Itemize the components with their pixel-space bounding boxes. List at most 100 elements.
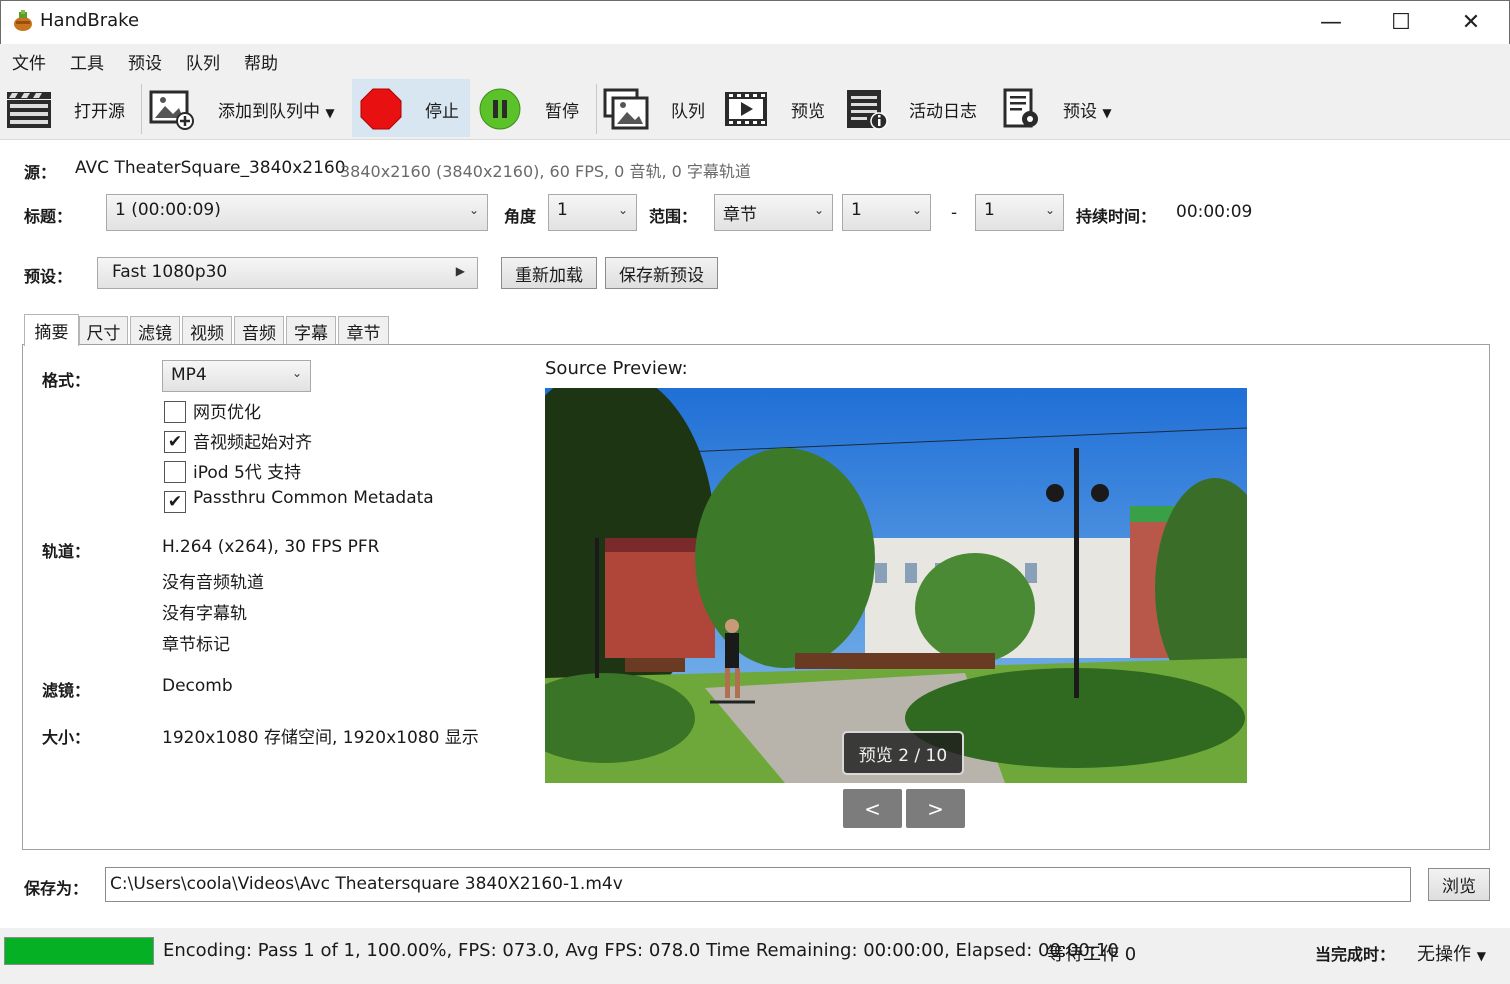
pause-button[interactable]: 暂停 — [545, 97, 579, 122]
size-value: 1920x1080 存储空间, 1920x1080 显示 — [162, 728, 479, 748]
activity-log-icon[interactable] — [843, 88, 889, 130]
activity-log-button[interactable]: 活动日志 — [909, 97, 977, 122]
when-done-value: 无操作 — [1417, 944, 1471, 965]
source-preview-heading: Source Preview: — [545, 358, 688, 379]
presets-button[interactable]: 预设 ▼ — [1063, 97, 1112, 122]
tab-dimensions[interactable]: 尺寸 — [79, 316, 128, 346]
stop-icon[interactable] — [360, 88, 402, 130]
filters-label: 滤镜： — [42, 681, 91, 700]
tab-summary[interactable]: 摘要 — [24, 314, 79, 346]
window-title: HandBrake — [40, 10, 140, 31]
duration-label: 持续时间： — [1076, 207, 1157, 226]
format-select[interactable]: MP4 ⌄ — [162, 360, 311, 392]
encoding-status-text: Encoding: Pass 1 of 1, 100.00%, FPS: 073… — [163, 940, 1119, 961]
minimize-button[interactable]: — — [1296, 0, 1366, 44]
chevron-down-icon: ▼ — [1102, 106, 1112, 120]
open-source-button[interactable]: 打开源 — [74, 97, 125, 122]
pause-icon[interactable] — [479, 88, 521, 130]
menu-bar — [0, 44, 1510, 78]
preset-label: 预设： — [24, 267, 73, 286]
preview-next-button[interactable]: > — [906, 789, 965, 828]
tracks-label: 轨道： — [42, 542, 91, 561]
tab-filters[interactable]: 滤镜 — [130, 316, 180, 346]
passthru-metadata-label: Passthru Common Metadata — [193, 488, 434, 508]
tab-video[interactable]: 视频 — [182, 316, 232, 346]
add-to-queue-icon[interactable] — [149, 88, 195, 130]
chevron-down-icon: ⌄ — [911, 203, 922, 217]
stop-button[interactable]: 停止 — [425, 97, 459, 122]
add-to-queue-button[interactable]: 添加到队列中 ▼ — [218, 97, 335, 122]
web-optimize-label: 网页优化 — [193, 403, 261, 423]
align-av-checkbox[interactable]: ✔ — [164, 431, 186, 453]
checkmark-icon: ✔ — [167, 492, 183, 512]
reload-preset-button[interactable]: 重新加载 — [501, 257, 597, 289]
toolbar-separator — [141, 84, 142, 134]
web-optimize-checkbox[interactable] — [164, 401, 186, 423]
angle-label: 角度 — [504, 207, 537, 226]
menu-help[interactable]: 帮助 — [244, 49, 278, 74]
menu-tools[interactable]: 工具 — [70, 49, 104, 74]
queue-button[interactable]: 队列 — [671, 97, 705, 122]
preview-film-icon[interactable] — [723, 88, 769, 130]
track-chapters: 章节标记 — [162, 635, 230, 655]
angle-select-value: 1 — [557, 200, 568, 220]
presets-gear-icon[interactable] — [999, 88, 1045, 130]
menu-presets[interactable]: 预设 — [128, 49, 162, 74]
queue-icon[interactable] — [603, 88, 649, 130]
chevron-down-icon: ▼ — [325, 106, 335, 120]
angle-select[interactable]: 1 ⌄ — [548, 194, 637, 231]
source-name: AVC TheaterSquare_3840x2160 — [75, 158, 346, 178]
save-new-preset-button[interactable]: 保存新预设 — [605, 257, 718, 289]
source-details: 3840x2160 (3840x2160), 60 FPS, 0 音轨, 0 字… — [340, 162, 751, 181]
maximize-button[interactable]: ☐ — [1366, 0, 1436, 44]
range-start-value: 1 — [851, 200, 862, 220]
format-select-value: MP4 — [171, 365, 207, 385]
chevron-down-icon: ⌄ — [468, 203, 479, 217]
range-end-select[interactable]: 1 ⌄ — [975, 194, 1064, 231]
ipod-support-checkbox[interactable] — [164, 461, 186, 483]
save-as-label: 保存为： — [24, 879, 89, 898]
tab-chapters[interactable]: 章节 — [338, 316, 389, 346]
format-label: 格式： — [42, 371, 91, 390]
range-separator: - — [951, 203, 958, 223]
browse-button[interactable]: 浏览 — [1428, 868, 1490, 901]
presets-label: 预设 — [1063, 102, 1097, 122]
chevron-down-icon: ⌄ — [617, 203, 628, 217]
range-type-select[interactable]: 章节 ⌄ — [714, 194, 833, 231]
when-done-dropdown[interactable]: 无操作 ▼ — [1417, 940, 1486, 966]
encode-progress-fill — [5, 938, 153, 964]
preview-counter-badge: 预览 2 / 10 — [842, 731, 964, 775]
menu-file[interactable]: 文件 — [12, 49, 46, 74]
range-label: 范围： — [649, 207, 698, 226]
chevron-down-icon: ⌄ — [813, 203, 824, 217]
range-start-select[interactable]: 1 ⌄ — [842, 194, 931, 231]
align-av-label: 音视频起始对齐 — [193, 433, 312, 453]
duration-value: 00:00:09 — [1176, 202, 1253, 222]
passthru-metadata-checkbox[interactable]: ✔ — [164, 491, 186, 513]
preview-button[interactable]: 预览 — [791, 97, 825, 122]
ipod-support-label: iPod 5代 支持 — [193, 463, 302, 483]
handbrake-logo-icon — [14, 10, 32, 31]
preset-select[interactable]: Fast 1080p30 ▶ — [97, 257, 478, 289]
chevron-down-icon: ▼ — [1476, 949, 1486, 963]
clapperboard-icon[interactable] — [6, 88, 52, 130]
range-end-value: 1 — [984, 200, 995, 220]
menu-queue[interactable]: 队列 — [186, 49, 220, 74]
title-select[interactable]: 1 (00:00:09) ⌄ — [106, 194, 488, 231]
save-path-input[interactable]: C:\Users\coola\Videos\Avc Theatersquare … — [105, 867, 1411, 902]
preview-image — [545, 388, 1247, 783]
close-button[interactable]: ✕ — [1436, 0, 1506, 44]
toolbar-separator — [596, 84, 597, 134]
chevron-down-icon: ⌄ — [1044, 203, 1055, 217]
chevron-right-icon: ▶ — [455, 264, 465, 278]
preview-prev-button[interactable]: < — [843, 789, 902, 828]
preset-select-value: Fast 1080p30 — [112, 262, 228, 282]
filters-value: Decomb — [162, 676, 233, 696]
encode-progress-bar — [4, 937, 154, 965]
queue-status-text: 等待工作 0 — [1047, 944, 1137, 965]
tab-audio[interactable]: 音频 — [234, 316, 284, 346]
tab-subtitles[interactable]: 字幕 — [286, 316, 336, 346]
checkmark-icon: ✔ — [167, 432, 183, 452]
title-select-value: 1 (00:00:09) — [115, 200, 221, 220]
when-done-label: 当完成时： — [1315, 945, 1396, 964]
